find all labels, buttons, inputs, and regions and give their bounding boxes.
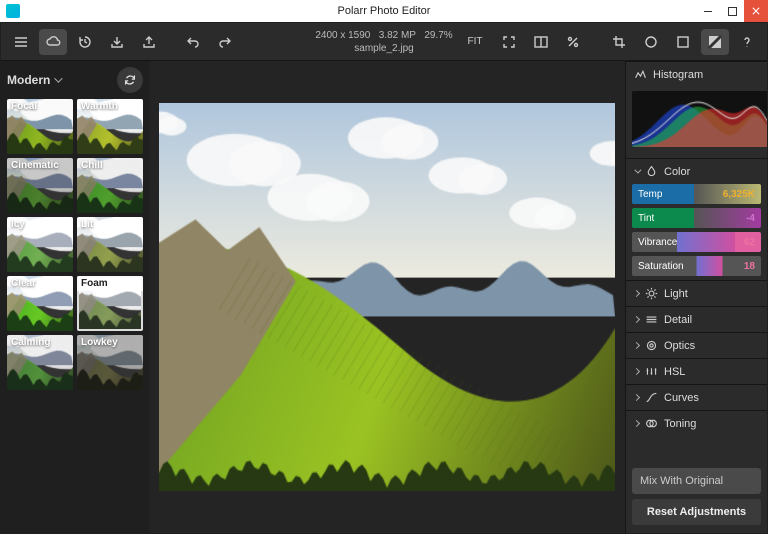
app-window: Polarr Photo Editor 2400 x 1590 3.82 MP …: [0, 0, 768, 534]
panel-color[interactable]: Color: [626, 159, 767, 184]
chevron-icon: [634, 167, 641, 174]
filter-label: Chill: [77, 158, 143, 173]
filters-panel: Modern Focal Warmth Cinematic Chill Icy Lit Cl…: [1, 61, 149, 533]
filter-label: Focal: [7, 99, 73, 114]
app-icon: [6, 4, 20, 18]
window-minimize-button[interactable]: [696, 0, 720, 22]
export-button[interactable]: [135, 29, 163, 55]
filter-label: Cinematic: [7, 158, 73, 173]
window-maximize-button[interactable]: [720, 0, 744, 22]
filter-label: Foam: [77, 276, 143, 291]
panel-color-label: Color: [664, 166, 690, 178]
chevron-icon: [633, 368, 640, 375]
undo-button[interactable]: [179, 29, 207, 55]
window-titlebar: Polarr Photo Editor: [0, 0, 768, 22]
filter-label: Lit: [77, 217, 143, 232]
window-close-button[interactable]: [744, 0, 768, 22]
panel-hsl[interactable]: HSL: [626, 359, 767, 384]
compare-button[interactable]: [527, 29, 555, 55]
chevron-icon: [633, 342, 640, 349]
slider-saturation[interactable]: Saturation 18: [632, 256, 761, 276]
filter-recycle-button[interactable]: [117, 67, 143, 93]
filter-thumb-chill[interactable]: Chill: [77, 158, 143, 213]
filter-thumb-cinematic[interactable]: Cinematic: [7, 158, 73, 213]
chevron-icon: [633, 316, 640, 323]
lens-icon: [645, 339, 658, 352]
panel-histogram[interactable]: Histogram: [626, 62, 767, 87]
chevron-down-icon: [55, 74, 63, 82]
toning-icon: [645, 417, 658, 430]
percent-button[interactable]: [559, 29, 587, 55]
panel-optics[interactable]: Optics: [626, 333, 767, 358]
cloud-button[interactable]: [39, 29, 67, 55]
top-toolbar: 2400 x 1590 3.82 MP 29.7% sample_2.jpg F…: [1, 23, 767, 61]
adjustments-panel: Histogram Color Temp 6,325K Ti: [625, 61, 767, 533]
window-title: Polarr Photo Editor: [338, 5, 431, 17]
circle-tool-button[interactable]: [637, 29, 665, 55]
image-canvas-area[interactable]: [149, 61, 625, 533]
slider-tint[interactable]: Tint -4: [632, 208, 761, 228]
adjustments-tool-button[interactable]: [701, 29, 729, 55]
filter-thumb-icy[interactable]: Icy: [7, 217, 73, 272]
fullscreen-button[interactable]: [495, 29, 523, 55]
mix-with-original-button[interactable]: Mix With Original: [632, 468, 761, 494]
filter-label: Lowkey: [77, 335, 143, 350]
redo-button[interactable]: [211, 29, 239, 55]
help-button[interactable]: [733, 29, 761, 55]
main-image: [159, 103, 615, 492]
panel-detail[interactable]: Detail: [626, 307, 767, 332]
image-meta: 2400 x 1590 3.82 MP 29.7% sample_2.jpg: [315, 29, 452, 55]
filter-label: Clear: [7, 276, 73, 291]
chevron-icon: [633, 290, 640, 297]
filter-category-dropdown[interactable]: Modern: [7, 73, 60, 87]
slider-vibrance[interactable]: Vibrance 62: [632, 232, 761, 252]
import-button[interactable]: [103, 29, 131, 55]
crop-tool-button[interactable]: [605, 29, 633, 55]
panel-light[interactable]: Light: [626, 281, 767, 306]
chevron-icon: [633, 420, 640, 427]
slider-temperature[interactable]: Temp 6,325K: [632, 184, 761, 204]
main-body: Modern Focal Warmth Cinematic Chill Icy Lit Cl…: [1, 61, 767, 533]
filter-thumb-warmth[interactable]: Warmth: [77, 99, 143, 154]
filter-thumb-lowkey[interactable]: Lowkey: [77, 335, 143, 390]
panel-curves[interactable]: Curves: [626, 385, 767, 410]
detail-icon: [645, 313, 658, 326]
panel-histogram-label: Histogram: [653, 69, 703, 81]
sun-icon: [645, 287, 658, 300]
filter-category-label: Modern: [7, 73, 50, 87]
square-tool-button[interactable]: [669, 29, 697, 55]
chevron-icon: [633, 394, 640, 401]
history-button[interactable]: [71, 29, 99, 55]
filter-label: Warmth: [77, 99, 143, 114]
app-body: 2400 x 1590 3.82 MP 29.7% sample_2.jpg F…: [0, 22, 768, 534]
filter-thumb-calming[interactable]: Calming: [7, 335, 73, 390]
filter-grid: Focal Warmth Cinematic Chill Icy Lit Clear Foam…: [7, 99, 143, 390]
histogram-icon: [634, 68, 647, 81]
image-filename: sample_2.jpg: [315, 42, 452, 55]
droplet-icon: [645, 165, 658, 178]
filter-thumb-clear[interactable]: Clear: [7, 276, 73, 331]
sliders-icon: [645, 365, 658, 378]
reset-adjustments-button[interactable]: Reset Adjustments: [632, 499, 761, 525]
fit-button[interactable]: FIT: [459, 29, 491, 55]
filter-thumb-foam[interactable]: Foam: [77, 276, 143, 331]
histogram-chart: [632, 91, 767, 147]
window-controls: [696, 0, 768, 22]
panel-toning[interactable]: Toning: [626, 411, 767, 436]
filter-label: Icy: [7, 217, 73, 232]
filter-thumb-lit[interactable]: Lit: [77, 217, 143, 272]
menu-button[interactable]: [7, 29, 35, 55]
filter-label: Calming: [7, 335, 73, 350]
filter-thumb-focal[interactable]: Focal: [7, 99, 73, 154]
curves-icon: [645, 391, 658, 404]
